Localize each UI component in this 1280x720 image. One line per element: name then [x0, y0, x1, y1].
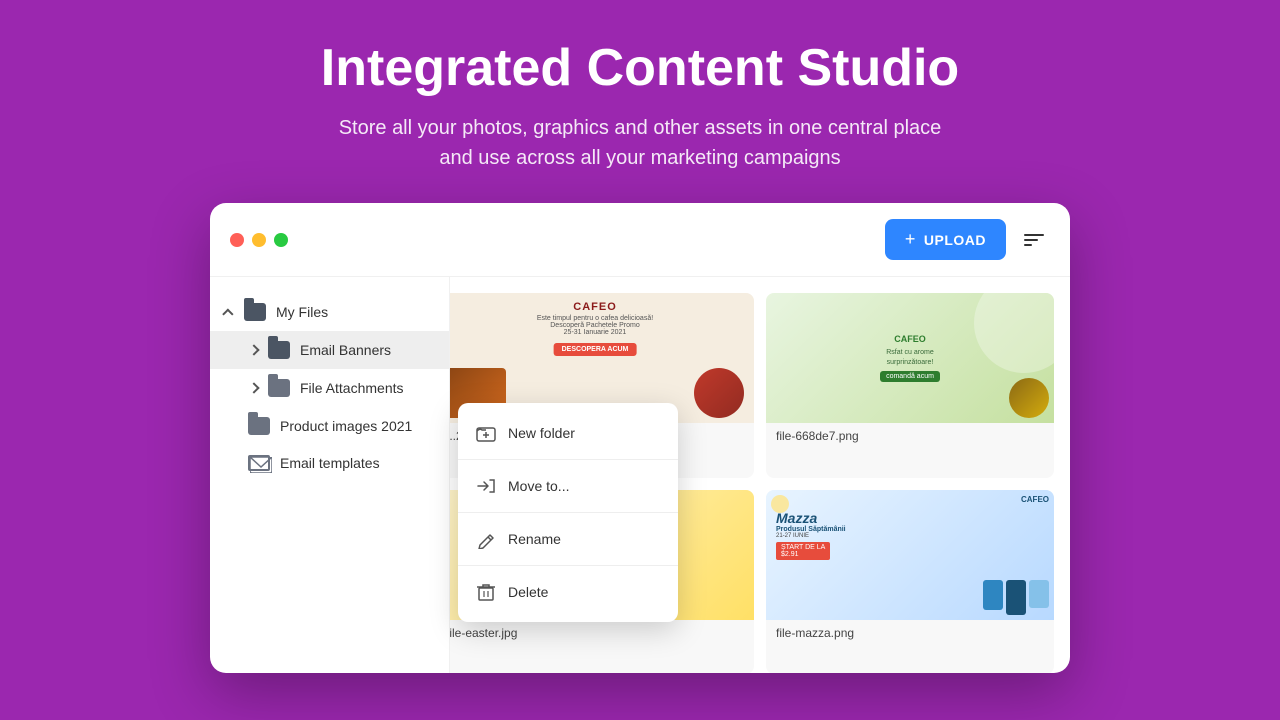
- context-item-rename[interactable]: Rename: [458, 517, 678, 561]
- app-window: + UPLOAD My Files Email Banne: [210, 203, 1070, 673]
- upload-button[interactable]: + UPLOAD: [885, 219, 1006, 260]
- new-folder-label: New folder: [508, 425, 575, 441]
- file-thumb-4: CAFEO Mazza Produsul Săptămânii 21-27 IU…: [766, 490, 1054, 620]
- file-card-2[interactable]: CAFEO Rsfat cu aromesurprinzătoare! coma…: [766, 293, 1054, 478]
- file-name-4: file-mazza.png: [766, 620, 1054, 646]
- sidebar-item-email-banners[interactable]: Email Banners: [210, 331, 449, 369]
- move-to-label: Move to...: [508, 478, 569, 494]
- new-folder-icon: [476, 423, 496, 443]
- window-controls: [230, 233, 288, 247]
- email-templates-icon: [248, 455, 270, 471]
- my-files-label: My Files: [276, 304, 328, 320]
- move-to-icon: [476, 476, 496, 496]
- window-toolbar: + UPLOAD: [210, 203, 1070, 277]
- filter-line-1: [1024, 234, 1044, 236]
- filter-line-3: [1024, 244, 1032, 246]
- delete-label: Delete: [508, 584, 548, 600]
- file-name-3: file-easter.jpg: [450, 620, 754, 646]
- minimize-button[interactable]: [252, 233, 266, 247]
- sidebar-item-email-templates[interactable]: Email templates: [210, 445, 449, 481]
- upload-plus-icon: +: [905, 229, 916, 250]
- page-subtitle: Store all your photos, graphics and othe…: [321, 113, 959, 173]
- file-thumb-2: CAFEO Rsfat cu aromesurprinzătoare! coma…: [766, 293, 1054, 423]
- maximize-button[interactable]: [274, 233, 288, 247]
- upload-label: UPLOAD: [924, 232, 986, 248]
- product-images-label: Product images 2021: [280, 418, 412, 434]
- product-images-folder-icon: [248, 417, 270, 435]
- context-item-delete[interactable]: Delete: [458, 570, 678, 614]
- email-templates-label: Email templates: [280, 455, 380, 471]
- header-section: Integrated Content Studio Store all your…: [301, 0, 979, 203]
- subtitle-line1: Store all your photos, graphics and othe…: [339, 117, 942, 139]
- page-title: Integrated Content Studio: [321, 40, 959, 97]
- delete-icon: [476, 582, 496, 602]
- filter-button[interactable]: [1018, 228, 1050, 252]
- close-button[interactable]: [230, 233, 244, 247]
- sidebar: My Files Email Banners File Attachments …: [210, 277, 450, 673]
- sidebar-item-product-images[interactable]: Product images 2021: [210, 407, 449, 445]
- toolbar-actions: + UPLOAD: [885, 219, 1050, 260]
- context-item-move[interactable]: Move to...: [458, 464, 678, 508]
- window-body: My Files Email Banners File Attachments …: [210, 277, 1070, 673]
- subtitle-line2: and use across all your marketing campai…: [439, 147, 840, 169]
- file-name-2: file-668de7.png: [766, 423, 1054, 449]
- context-divider-3: [458, 565, 678, 566]
- context-divider-2: [458, 512, 678, 513]
- rename-label: Rename: [508, 531, 561, 547]
- filter-line-2: [1024, 239, 1038, 241]
- context-divider-1: [458, 459, 678, 460]
- file-attachments-folder-icon: [268, 379, 290, 397]
- file-card-4[interactable]: CAFEO Mazza Produsul Săptămânii 21-27 IU…: [766, 490, 1054, 674]
- email-banners-folder-icon: [268, 341, 290, 359]
- sidebar-item-file-attachments[interactable]: File Attachments: [210, 369, 449, 407]
- chevron-open-icon: [222, 309, 233, 320]
- chevron-right-icon: [248, 345, 259, 356]
- chevron-right-icon-2: [248, 383, 259, 394]
- sidebar-item-my-files[interactable]: My Files: [210, 293, 449, 331]
- email-banners-label: Email Banners: [300, 342, 391, 358]
- my-files-folder-icon: [244, 303, 266, 321]
- context-item-new-folder[interactable]: New folder: [458, 411, 678, 455]
- file-attachments-label: File Attachments: [300, 380, 404, 396]
- context-menu: New folder Move to...: [458, 403, 678, 622]
- rename-icon: [476, 529, 496, 549]
